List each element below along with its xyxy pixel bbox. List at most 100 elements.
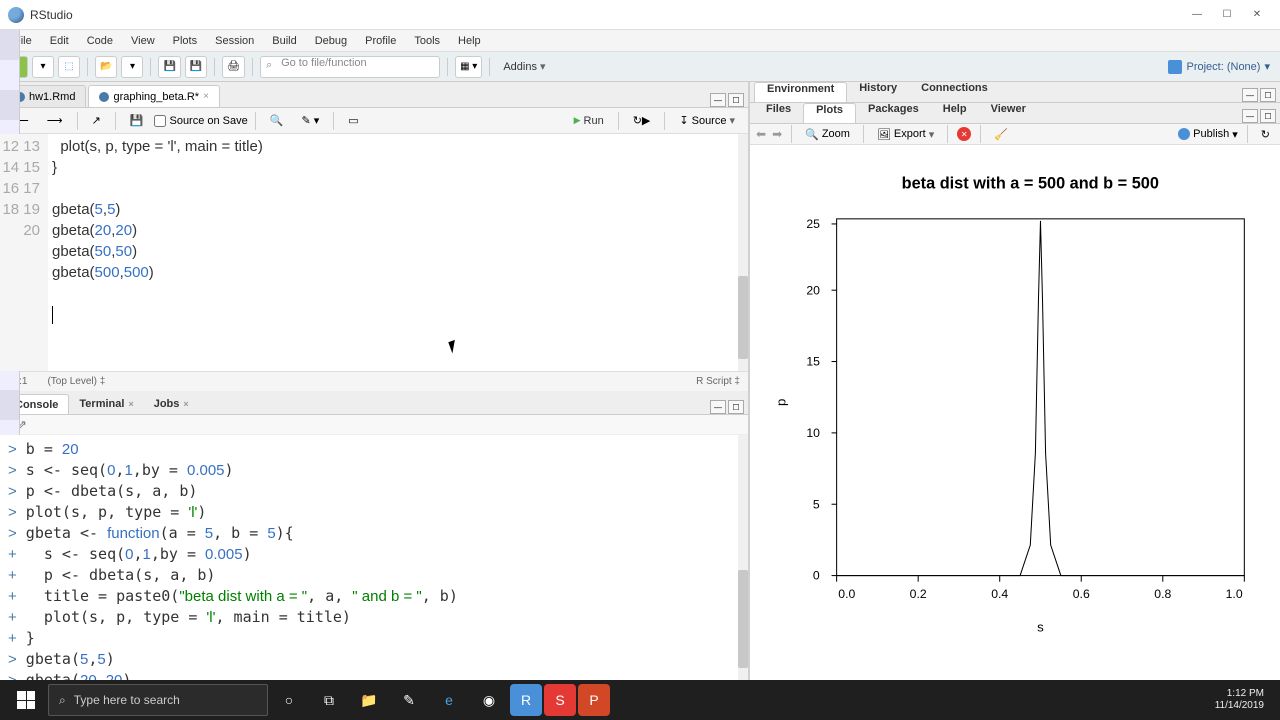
tab-jobs[interactable]: Jobs × bbox=[144, 394, 199, 414]
publish-button[interactable]: Publish ▾ bbox=[1178, 128, 1238, 141]
svg-text:15: 15 bbox=[806, 355, 820, 369]
maximize-button[interactable]: ☐ bbox=[1212, 5, 1242, 25]
menu-profile[interactable]: Profile bbox=[357, 33, 404, 49]
r-icon bbox=[99, 92, 109, 102]
grid-button[interactable]: ▦ ▾ bbox=[455, 56, 482, 78]
taskbar-search[interactable]: ⌕ Type here to search bbox=[48, 684, 268, 716]
scope-label[interactable]: (Top Level) ‡ bbox=[47, 376, 105, 387]
menu-plots[interactable]: Plots bbox=[165, 33, 205, 49]
nav-forward-button[interactable]: ⟶ bbox=[40, 111, 70, 131]
source-button[interactable]: ↧ Source bbox=[672, 111, 742, 131]
x-label: s bbox=[1037, 620, 1044, 635]
rerun-button[interactable]: ↻▶ bbox=[626, 111, 658, 131]
code-content[interactable]: plot(s, p, type = 'l', main = title) } g… bbox=[48, 134, 748, 371]
minimize-env-button[interactable]: — bbox=[1242, 88, 1258, 102]
open-dropdown[interactable]: ▾ bbox=[121, 56, 143, 78]
save-all-button[interactable]: 💾 bbox=[185, 56, 207, 78]
find-button[interactable]: 🔍 bbox=[263, 111, 291, 131]
y-axis: 0 5 10 15 20 25 bbox=[806, 217, 836, 583]
tab-help[interactable]: Help bbox=[931, 103, 979, 123]
menu-edit[interactable]: Edit bbox=[42, 33, 77, 49]
tab-packages[interactable]: Packages bbox=[856, 103, 931, 123]
show-in-new-window-button[interactable]: ↗ bbox=[85, 111, 108, 131]
editor-statusbar: 20:1 (Top Level) ‡ R Script ‡ bbox=[0, 371, 748, 391]
task-view-button[interactable]: ⧉ bbox=[310, 680, 348, 720]
svg-text:25: 25 bbox=[806, 217, 820, 231]
menu-view[interactable]: View bbox=[123, 33, 163, 49]
svg-text:10: 10 bbox=[806, 426, 820, 440]
menu-debug[interactable]: Debug bbox=[307, 33, 355, 49]
console-scrollbar[interactable] bbox=[738, 435, 748, 680]
powerpoint-icon[interactable]: P bbox=[578, 684, 610, 716]
save-button[interactable]: 💾 bbox=[158, 56, 180, 78]
menu-tools[interactable]: Tools bbox=[406, 33, 448, 49]
zoom-button[interactable]: 🔍 Zoom bbox=[801, 128, 854, 141]
print-button[interactable]: 🖨 bbox=[222, 56, 245, 78]
file-type-label[interactable]: R Script ‡ bbox=[696, 376, 740, 387]
prev-plot-button[interactable]: ⬅ bbox=[756, 127, 766, 141]
tab-terminal[interactable]: Terminal × bbox=[69, 394, 143, 414]
menu-session[interactable]: Session bbox=[207, 33, 262, 49]
goto-input[interactable]: Go to file/function bbox=[260, 56, 440, 78]
publish-icon bbox=[1178, 128, 1190, 140]
remove-plot-button[interactable]: ✕ bbox=[957, 127, 971, 141]
svg-text:0.6: 0.6 bbox=[1073, 587, 1090, 601]
next-plot-button[interactable]: ➡ bbox=[772, 127, 782, 141]
tab-plots[interactable]: Plots bbox=[803, 103, 856, 123]
editor-scrollbar[interactable] bbox=[738, 134, 748, 371]
clear-all-button[interactable]: 🧹 bbox=[990, 128, 1012, 141]
tab-files[interactable]: Files bbox=[754, 103, 803, 123]
source-tabs: hw1.Rmd graphing_beta.R* × — ☐ bbox=[0, 82, 748, 108]
density-line bbox=[837, 221, 1245, 576]
y-label: p bbox=[774, 399, 789, 406]
ink-icon[interactable]: ✎ bbox=[390, 680, 428, 720]
maximize-plots-button[interactable]: ☐ bbox=[1260, 109, 1276, 123]
chrome-icon[interactable]: ◉ bbox=[470, 680, 508, 720]
rstudio-taskbar-icon[interactable]: R bbox=[510, 684, 542, 716]
sciex-icon[interactable]: S bbox=[544, 684, 576, 716]
tab-connections[interactable]: Connections bbox=[909, 82, 1000, 102]
save-source-button[interactable]: 💾 bbox=[123, 111, 151, 131]
new-project-button[interactable]: ⬚ bbox=[58, 56, 80, 78]
refresh-plot-button[interactable]: ↻ bbox=[1257, 128, 1274, 141]
menu-build[interactable]: Build bbox=[264, 33, 304, 49]
export-button[interactable]: 🖼 Export bbox=[873, 128, 938, 141]
maximize-env-button[interactable]: ☐ bbox=[1260, 88, 1276, 102]
tab-environment[interactable]: Environment bbox=[754, 82, 847, 102]
close-icon[interactable]: × bbox=[203, 91, 209, 102]
x-axis: 0.0 0.2 0.4 0.6 0.8 1.0 bbox=[837, 576, 1245, 601]
console-output[interactable]: > b = 20 > s <- seq(0,1,by = 0.005) > p … bbox=[0, 435, 748, 680]
minimize-pane-button[interactable]: — bbox=[710, 93, 726, 107]
tab-viewer[interactable]: Viewer bbox=[979, 103, 1038, 123]
menu-code[interactable]: Code bbox=[79, 33, 121, 49]
start-button[interactable] bbox=[6, 680, 46, 720]
svg-text:0.0: 0.0 bbox=[838, 587, 855, 601]
maximize-pane-button[interactable]: ☐ bbox=[728, 93, 744, 107]
cortana-button[interactable]: ○ bbox=[270, 680, 308, 720]
new-dropdown[interactable]: ▾ bbox=[32, 56, 54, 78]
open-file-button[interactable]: 📂 bbox=[95, 56, 117, 78]
taskbar-clock[interactable]: 1:12 PM 11/14/2019 bbox=[1215, 688, 1274, 712]
svg-text:0.2: 0.2 bbox=[910, 587, 927, 601]
addins-menu[interactable]: Addins bbox=[497, 60, 551, 73]
main-toolbar: + ▾ ⬚ 📂 ▾ 💾 💾 🖨 Go to file/function ▦ ▾ … bbox=[0, 52, 1280, 82]
minimize-button[interactable]: — bbox=[1182, 5, 1212, 25]
rstudio-icon bbox=[8, 7, 24, 23]
project-menu[interactable]: Project: (None) ▾ bbox=[1164, 60, 1274, 74]
wand-button[interactable]: ✎ ▾ bbox=[294, 111, 326, 131]
run-button[interactable]: Run bbox=[567, 111, 611, 131]
close-button[interactable]: ✕ bbox=[1242, 5, 1272, 25]
minimize-console-button[interactable]: — bbox=[710, 400, 726, 414]
notebook-button[interactable]: ▭ bbox=[341, 111, 365, 131]
file-explorer-icon[interactable]: 📁 bbox=[350, 680, 388, 720]
code-editor[interactable]: 12 13 14 15 16 17 18 19 20 plot(s, p, ty… bbox=[0, 134, 748, 371]
svg-text:1.0: 1.0 bbox=[1226, 587, 1243, 601]
edge-icon[interactable]: e bbox=[430, 680, 468, 720]
source-on-save-checkbox[interactable]: Source on Save bbox=[154, 115, 247, 127]
tab-graphing-beta[interactable]: graphing_beta.R* × bbox=[88, 85, 219, 107]
menu-help[interactable]: Help bbox=[450, 33, 489, 49]
maximize-console-button[interactable]: ☐ bbox=[728, 400, 744, 414]
minimize-plots-button[interactable]: — bbox=[1242, 109, 1258, 123]
tab-history[interactable]: History bbox=[847, 82, 909, 102]
svg-text:0.4: 0.4 bbox=[991, 587, 1008, 601]
